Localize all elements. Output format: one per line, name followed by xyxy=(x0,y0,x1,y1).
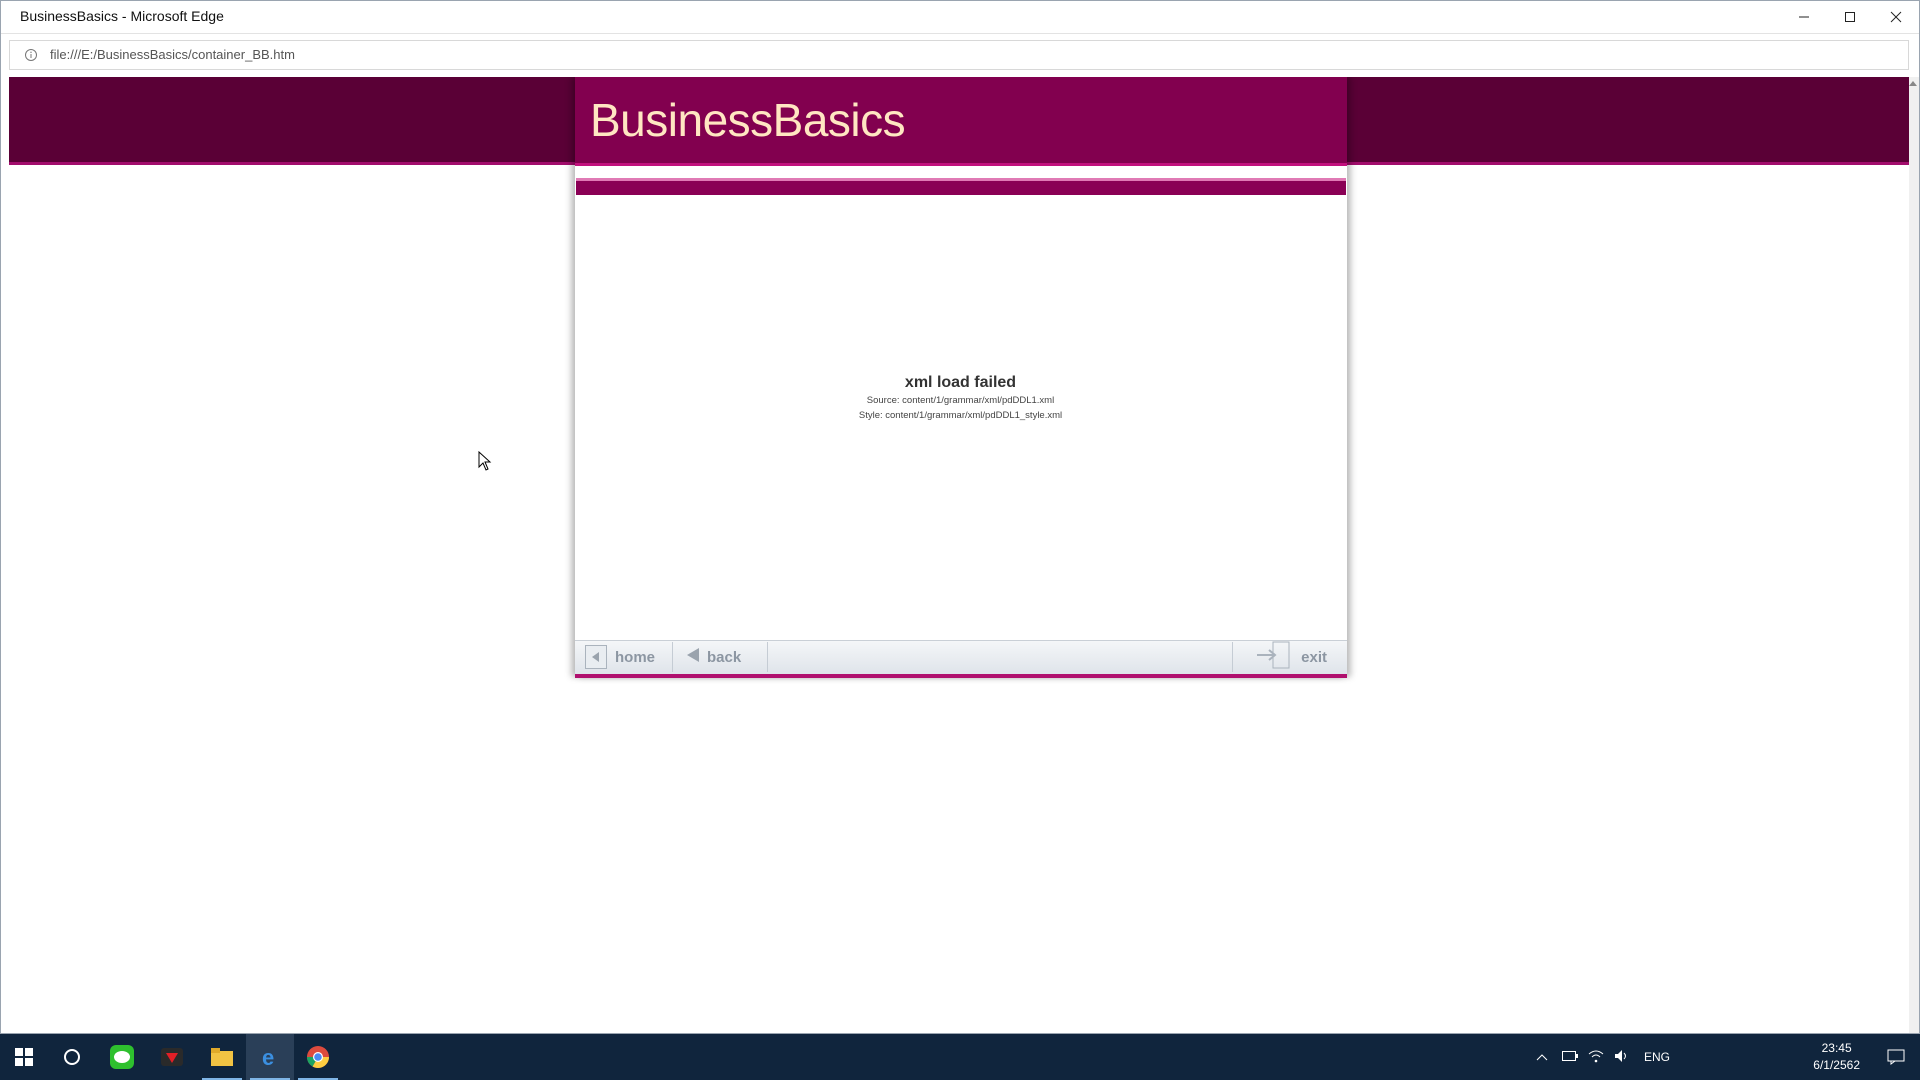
window-title: BusinessBasics - Microsoft Edge xyxy=(20,8,224,24)
system-tray: ENG xyxy=(1536,1034,1670,1080)
edge-icon[interactable]: e xyxy=(246,1034,294,1080)
header-stripe xyxy=(576,178,1346,195)
home-button[interactable]: home xyxy=(583,642,673,672)
minimize-icon xyxy=(1799,16,1809,17)
error-style: Style: content/1/grammar/xml/pdDDL1_styl… xyxy=(858,410,1063,421)
home-arrow-icon xyxy=(585,645,607,669)
address-bar[interactable]: file:///E:/BusinessBasics/container_BB.h… xyxy=(9,40,1909,70)
scroll-up-icon[interactable] xyxy=(1909,81,1917,86)
exit-door-icon xyxy=(1255,641,1291,673)
game-app-icon[interactable] xyxy=(148,1034,196,1080)
taskbar: e ENG 23:45 6/1/2562 xyxy=(0,1034,1920,1080)
file-explorer-icon[interactable] xyxy=(198,1034,246,1080)
home-label: home xyxy=(615,648,656,666)
exit-label: exit xyxy=(1301,648,1327,666)
app-logo: BusinessBasics xyxy=(590,94,906,146)
wifi-icon[interactable] xyxy=(1588,1049,1604,1066)
back-button[interactable]: back xyxy=(673,642,768,672)
clock-time: 23:45 xyxy=(1821,1041,1852,1055)
error-title: xml load failed xyxy=(904,374,1017,391)
back-arrow-icon xyxy=(687,648,699,666)
maximize-icon xyxy=(1845,11,1855,22)
exit-button[interactable]: exit xyxy=(1232,641,1347,673)
scrollbar[interactable] xyxy=(1909,77,1919,1033)
notification-icon[interactable] xyxy=(1872,1034,1920,1080)
language-indicator[interactable]: ENG xyxy=(1644,1050,1670,1064)
bottom-nav-bar: home back exit xyxy=(575,640,1347,678)
battery-icon[interactable] xyxy=(1561,1050,1578,1064)
app-frame: BusinessBasics xml load failed Source: c… xyxy=(575,77,1347,678)
content-area: xml load failed Source: content/1/gramma… xyxy=(576,195,1346,640)
page-viewport: BusinessBasics xml load failed Source: c… xyxy=(9,77,1909,1033)
search-circle-icon[interactable] xyxy=(48,1034,96,1080)
info-icon[interactable] xyxy=(24,48,38,67)
chevron-up-icon[interactable] xyxy=(1536,1050,1548,1064)
back-label: back xyxy=(707,648,742,666)
close-button[interactable] xyxy=(1873,1,1919,32)
line-app-icon[interactable] xyxy=(98,1034,146,1080)
url-text[interactable]: file:///E:/BusinessBasics/container_BB.h… xyxy=(50,41,295,69)
minimize-button[interactable] xyxy=(1781,1,1827,32)
chrome-icon[interactable] xyxy=(294,1034,342,1080)
svg-text:e: e xyxy=(262,1045,274,1069)
title-bar: BusinessBasics - Microsoft Edge xyxy=(1,1,1919,34)
app-header: BusinessBasics xyxy=(575,77,1347,166)
clock[interactable]: 23:45 6/1/2562 xyxy=(1813,1040,1860,1074)
clock-date: 6/1/2562 xyxy=(1813,1058,1860,1072)
browser-window: BusinessBasics - Microsoft Edge file:///… xyxy=(0,0,1920,1034)
close-icon xyxy=(1890,11,1902,22)
error-source: Source: content/1/grammar/xml/pdDDL1.xml xyxy=(866,395,1055,406)
windows-start-icon[interactable] xyxy=(0,1034,48,1080)
volume-icon[interactable] xyxy=(1614,1049,1630,1066)
mouse-cursor-icon xyxy=(478,451,492,471)
maximize-button[interactable] xyxy=(1827,1,1873,32)
